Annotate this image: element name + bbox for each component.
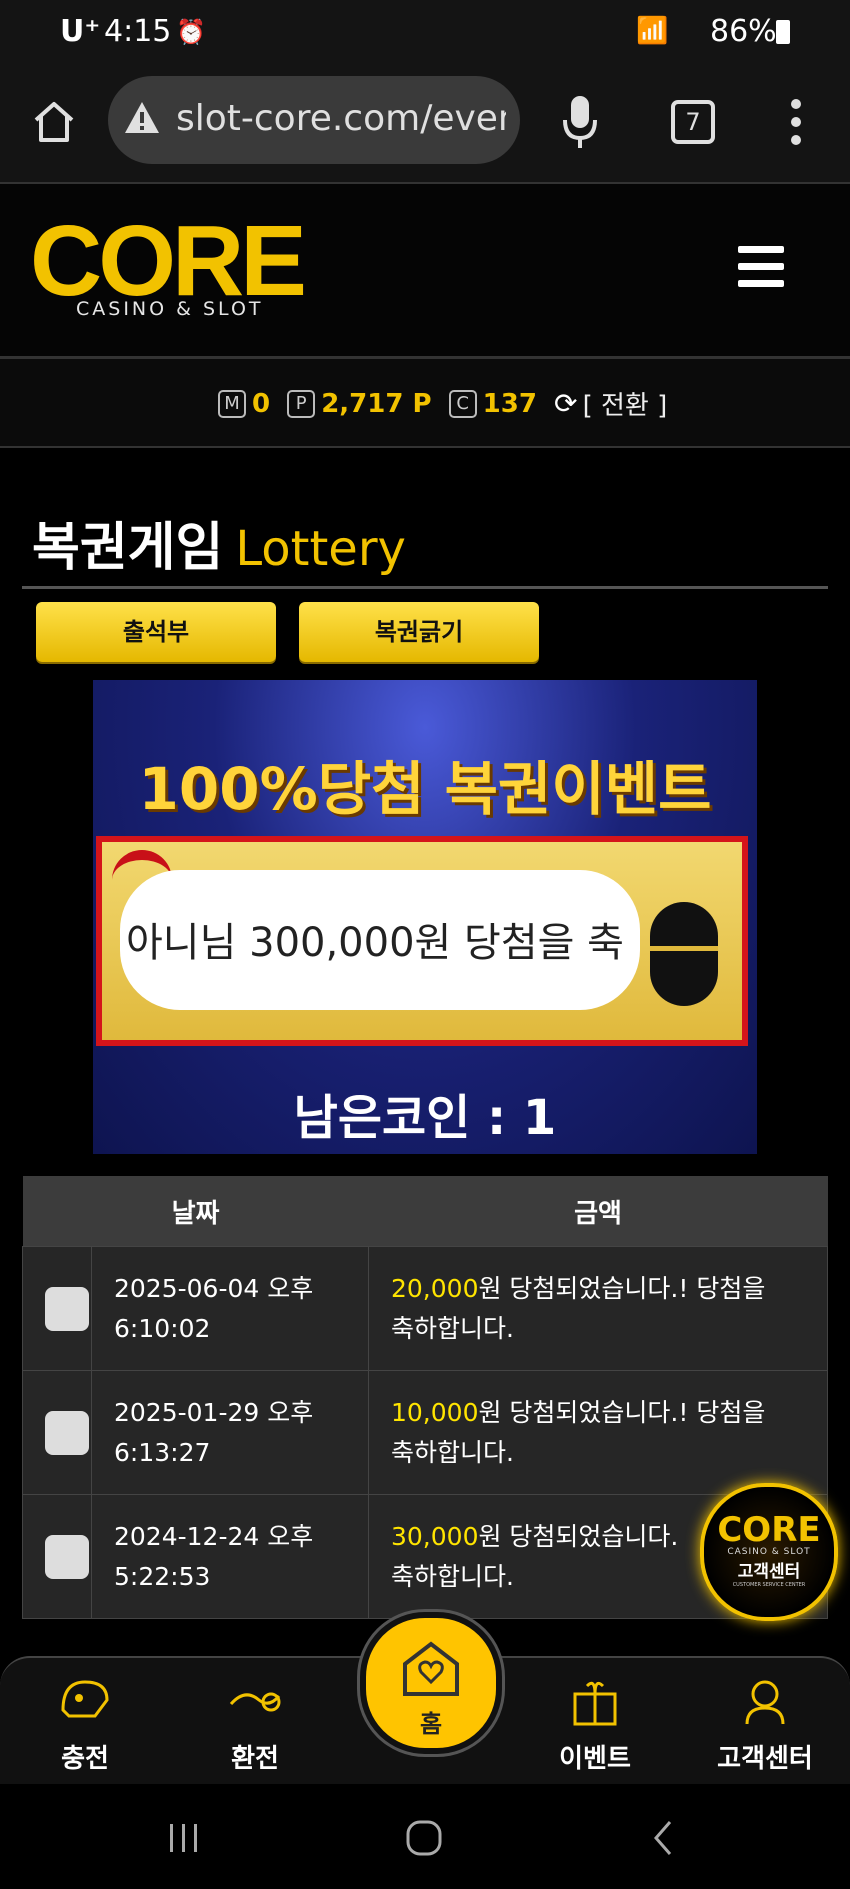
page-title-korean: 복권게임: [32, 518, 224, 578]
scratch-result-text: 아니님 300,000원 당첨을 축: [126, 920, 624, 966]
point-icon: P: [287, 389, 316, 418]
date-cell: 2024-12-24 오후 5:22:53: [91, 1494, 369, 1619]
nav-charge-label: 충전: [61, 1744, 109, 1774]
url-text: slot-core.com/even: [176, 98, 506, 139]
time-text: 6:10:02: [114, 1313, 211, 1343]
table-header-row: 날짜 금액: [22, 1176, 828, 1247]
column-header-date: 날짜: [22, 1176, 369, 1247]
remaining-coins: 남은코인 : 1: [293, 1090, 557, 1146]
time-text: 6:13:27: [114, 1437, 211, 1467]
amount-cell: 20,000원 당첨되었습니다.! 당첨을축하합니다.: [368, 1246, 828, 1371]
page-title-english: Lottery: [235, 521, 406, 577]
convert-button[interactable]: [ 전환 ]: [583, 391, 668, 421]
recent-apps-icon[interactable]: [166, 1820, 202, 1856]
battery-percent: 86%: [710, 14, 777, 49]
amount-cell: 10,000원 당첨되었습니다.! 당첨을축하합니다.: [368, 1370, 828, 1495]
home-label: 홈: [419, 1710, 443, 1738]
win-message: 원 당첨되었습니다.: [478, 1521, 679, 1551]
row-checkbox[interactable]: [45, 1410, 89, 1455]
row-checkbox[interactable]: [45, 1286, 89, 1331]
date-cell: 2025-01-29 오후 6:13:27: [91, 1370, 369, 1495]
money-icon: M: [218, 389, 246, 418]
carrier-label: U⁺: [60, 14, 101, 49]
nav-event[interactable]: 이벤트: [535, 1658, 655, 1775]
banner-title: 100%당첨 복권이벤트: [138, 755, 712, 823]
money-value: 0: [252, 388, 271, 419]
amount-value: 20,000: [391, 1273, 479, 1303]
status-time: 4:15: [104, 14, 172, 49]
scratch-lottery-button[interactable]: 복권긁기: [299, 602, 539, 662]
congrats-message: 축하합니다.: [391, 1561, 514, 1591]
home-button[interactable]: 홈: [360, 1612, 502, 1754]
alarm-icon: ⏰: [176, 18, 206, 46]
warning-icon: [125, 102, 159, 133]
exchange-icon: [229, 1692, 281, 1712]
row-checkbox[interactable]: [45, 1534, 89, 1579]
scratch-area[interactable]: 아니님 300,000원 당첨을 축: [120, 870, 640, 1010]
row-checkbox-cell: [22, 1494, 92, 1619]
nav-charge[interactable]: 충전: [25, 1658, 145, 1775]
date-text: 2025-06-04 오후: [114, 1273, 314, 1303]
page-title: 복권게임 Lottery: [32, 505, 406, 580]
time-text: 5:22:53: [114, 1561, 211, 1591]
cs-badge-label: 고객센터: [737, 1562, 801, 1582]
title-divider: [22, 586, 828, 589]
column-header-amount: 금액: [368, 1176, 828, 1247]
date-cell: 2025-06-04 오후 6:10:02: [91, 1246, 369, 1371]
coin-value: 137: [482, 388, 537, 419]
android-navigation-bar: [0, 1784, 850, 1889]
wifi-icon: 📶: [636, 16, 669, 46]
status-bar: U⁺ 4:15 ⏰ 📶 86%: [0, 0, 850, 68]
date-text: 2024-12-24 오후: [114, 1521, 314, 1551]
battery-icon: [776, 20, 790, 44]
lottery-banner: 100%당첨 복권이벤트 아니님 300,000원 당첨을 축 남은코인 : 1: [93, 680, 757, 1154]
cs-badge-tiny: CUSTOMER SERVICE CENTER: [732, 1582, 806, 1588]
amount-value: 30,000: [391, 1521, 479, 1551]
more-menu-icon[interactable]: [784, 96, 808, 148]
logo-subtitle: CASINO & SLOT: [76, 298, 264, 320]
win-message: 원 당첨되었습니다.! 당첨을: [478, 1273, 766, 1303]
table-row: 2025-06-04 오후 6:10:02 20,000원 당첨되었습니다.! 당…: [22, 1246, 828, 1371]
nav-event-label: 이벤트: [559, 1744, 631, 1774]
microphone-icon[interactable]: [562, 94, 598, 150]
cs-badge-logo: CORE: [717, 1510, 821, 1550]
coin-icon: C: [448, 389, 477, 418]
date-text: 2025-01-29 오후: [114, 1397, 314, 1427]
customer-service-badge[interactable]: CORE CASINO & SLOT 고객센터 CUSTOMER SERVICE…: [700, 1483, 838, 1621]
home-icon[interactable]: [30, 98, 78, 146]
headset-icon: [745, 1680, 785, 1725]
row-checkbox-cell: [22, 1370, 92, 1495]
refresh-icon[interactable]: ⟳: [554, 387, 577, 420]
back-icon[interactable]: [648, 1818, 678, 1858]
tab-switcher-button[interactable]: 7: [671, 100, 715, 144]
congrats-message: 축하합니다.: [391, 1437, 514, 1467]
address-bar[interactable]: slot-core.com/even: [108, 76, 520, 164]
points-bar: M0 P 2,717 P C 137 ⟳ [ 전환 ]: [0, 359, 850, 448]
table-row: 2025-01-29 오후 6:13:27 10,000원 당첨되었습니다.! 당…: [22, 1370, 828, 1495]
browser-toolbar: slot-core.com/even 7: [0, 68, 850, 184]
site-header: CORE CASINO & SLOT: [0, 184, 850, 359]
charge-icon: [61, 1680, 109, 1718]
home-heart-icon: [403, 1641, 459, 1696]
nav-exchange-label: 환전: [231, 1744, 279, 1774]
win-message: 원 당첨되었습니다.! 당첨을: [478, 1397, 766, 1427]
nav-exchange[interactable]: 환전: [195, 1658, 315, 1775]
amount-value: 10,000: [391, 1397, 479, 1427]
attendance-button[interactable]: 출석부: [36, 602, 276, 662]
nav-support[interactable]: 고객센터: [705, 1658, 825, 1775]
android-home-icon[interactable]: [404, 1818, 444, 1858]
point-value: 2,717 P: [321, 388, 432, 419]
congrats-message: 축하합니다.: [391, 1313, 514, 1343]
mouse-button-icon: [650, 902, 718, 951]
nav-support-label: 고객센터: [717, 1744, 813, 1774]
row-checkbox-cell: [22, 1246, 92, 1371]
scratch-ticket[interactable]: 아니님 300,000원 당첨을 축: [96, 836, 748, 1046]
gift-icon: [573, 1681, 617, 1726]
